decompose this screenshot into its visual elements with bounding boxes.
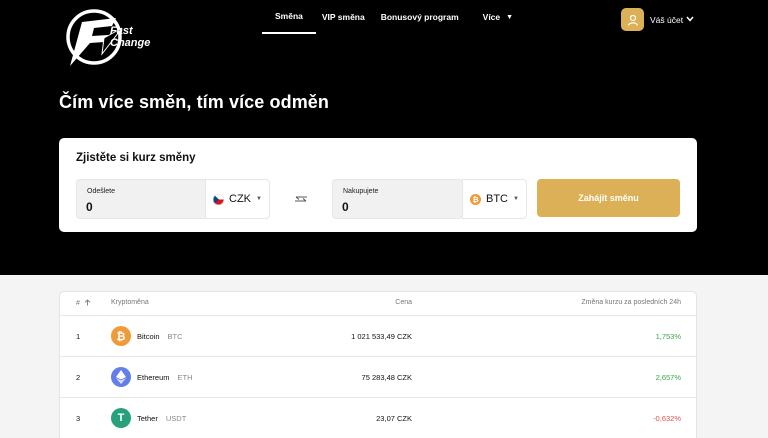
coin-change: 1,753% [655, 332, 681, 341]
coin-name: Ethereum [137, 373, 170, 382]
swap-arrows-icon[interactable] [294, 193, 308, 205]
table-header: # Kryptoměna Cena Změna kurzu za posledn… [60, 292, 696, 316]
coin-ticker: BTC [167, 332, 183, 341]
buy-amount-field[interactable]: Nakupujete 0 [332, 179, 463, 219]
caret-down-icon: ▼ [513, 196, 519, 202]
caret-down-icon: ▼ [506, 13, 514, 21]
brand-line-2: Change [110, 37, 151, 49]
send-amount-field[interactable]: Odešlete 0 [76, 179, 207, 219]
nav-item-label: Více [482, 12, 501, 22]
change-header[interactable]: Změna kurzu za posledních 24h [480, 299, 681, 306]
brand-line-1: Fast [110, 25, 133, 37]
coin-name: Tether [137, 414, 158, 423]
sort-rank-header[interactable]: # [76, 299, 91, 307]
caret-down-icon: ▼ [256, 196, 262, 202]
row-rank: 3 [76, 414, 81, 423]
start-exchange-button[interactable]: Zahájit směnu [537, 179, 680, 217]
hero-headline: Čím více směn, tím více odměn [59, 92, 329, 112]
exchange-card-title: Zjistěte si kurz směny [76, 152, 196, 164]
nav-item-vip-smena[interactable]: VIP směna [316, 0, 371, 34]
buy-value: 0 [342, 200, 349, 214]
account-menu[interactable]: Váš účet [621, 8, 694, 31]
table-row[interactable]: 1 ₿ Bitcoin BTC 1 021 533,49 CZK 1,753% [60, 316, 696, 357]
nav-item-smena[interactable]: Směna [262, 0, 316, 34]
send-currency-code: CZK [229, 193, 251, 205]
nav-item-label: Bonusový program [380, 12, 459, 22]
coin-name: Bitcoin [137, 332, 160, 341]
brand-wordmark: Fast Change [110, 25, 150, 49]
coin-change: 2,657% [655, 373, 681, 382]
coin-name-cell: Bitcoin BTC [137, 332, 183, 341]
coin-name-cell: Tether USDT [137, 414, 186, 423]
user-icon [621, 8, 644, 31]
coin-name-cell: Ethereum ETH [137, 373, 193, 382]
nav-item-vice[interactable]: Více ▼ [465, 0, 519, 34]
price-header[interactable]: Cena [310, 299, 412, 306]
nav-item-label: Směna [275, 11, 303, 21]
crypto-rates-table: # Kryptoměna Cena Změna kurzu za posledn… [59, 291, 697, 438]
coin-ticker: USDT [165, 414, 187, 423]
ethereum-icon [111, 367, 131, 387]
row-rank: 2 [76, 373, 81, 382]
tether-icon: T [111, 408, 131, 428]
table-row[interactable]: 3 T Tether USDT 23,07 CZK -0,632% [60, 398, 696, 438]
send-value: 0 [86, 200, 93, 214]
bitcoin-icon: ₿ [470, 193, 481, 205]
table-row[interactable]: 2 Ethereum ETH 75 283,48 CZK 2,657% [60, 357, 696, 398]
crypto-header[interactable]: Kryptoměna [111, 299, 149, 306]
arrow-up-icon [84, 299, 91, 306]
coin-price: 23,07 CZK [376, 414, 412, 423]
bitcoin-icon: ₿ [111, 326, 131, 346]
buy-currency-select[interactable]: ₿ BTC ▼ [462, 179, 527, 219]
coin-change: -0,632% [653, 414, 681, 423]
send-currency-select[interactable]: CZK ▼ [205, 179, 270, 219]
nav-item-label: VIP směna [321, 12, 365, 22]
coin-price: 75 283,48 CZK [361, 373, 412, 382]
coin-price: 1 021 533,49 CZK [351, 332, 412, 341]
rank-header: # [76, 300, 80, 307]
row-rank: 1 [76, 332, 81, 341]
send-label: Odešlete [87, 188, 116, 195]
nav-item-bonus-program[interactable]: Bonusový program [371, 0, 465, 34]
account-label: Váš účet [650, 14, 684, 25]
main-nav: Směna VIP směna Bonusový program Více ▼ [262, 0, 519, 36]
coin-ticker: ETH [177, 373, 193, 382]
buy-label: Nakupujete [343, 188, 379, 195]
czech-flag-icon [213, 193, 224, 205]
svg-text:₿: ₿ [472, 195, 478, 204]
buy-currency-code: BTC [486, 193, 508, 205]
hero-section: Fast Change Směna VIP směna Bonusový pro… [0, 0, 768, 275]
exchange-card: Zjistěte si kurz směny Odešlete 0 CZK ▼ [59, 138, 697, 232]
chevron-down-icon [686, 15, 694, 24]
